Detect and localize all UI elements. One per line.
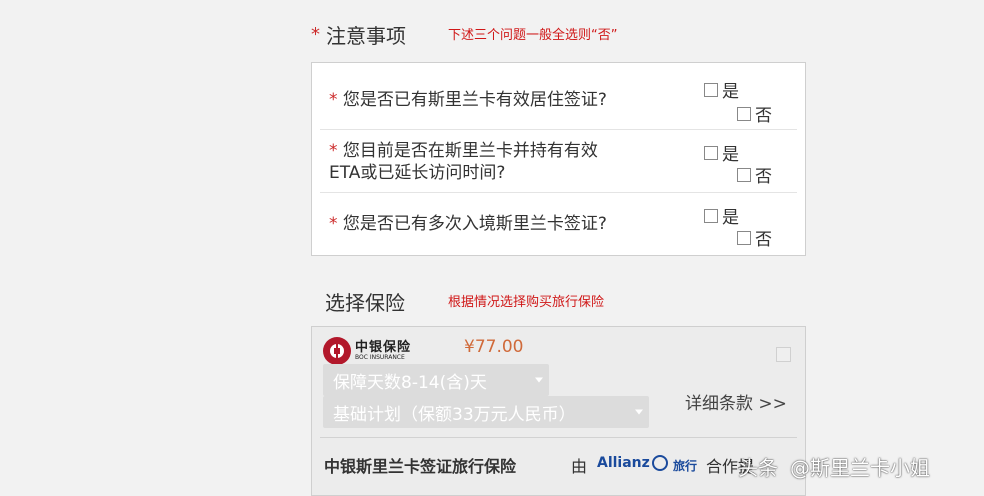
chevron-down-icon — [635, 409, 643, 415]
question-text: * 您是否已有斯里兰卡有效居住签证? — [329, 90, 607, 110]
notice-title: 注意事项 — [326, 24, 406, 48]
price: ¥77.00 — [464, 337, 524, 357]
question-3-yes-option[interactable]: 是 — [704, 203, 739, 228]
by-text: 由 — [571, 457, 588, 476]
boc-logo-text: 中银保险 — [355, 340, 412, 355]
watermark-handle: @斯里兰卡小姐 — [790, 456, 930, 480]
chevron-down-icon — [535, 377, 543, 383]
boc-logo-icon — [323, 337, 351, 365]
checkbox[interactable] — [704, 82, 718, 97]
required-asterisk: * — [311, 24, 320, 45]
allianz-emblem-icon — [652, 455, 668, 471]
checkbox[interactable] — [704, 208, 718, 223]
boc-logo-subtext: BOC INSURANCE — [355, 354, 405, 361]
checkbox[interactable] — [737, 106, 751, 121]
insurance-title: 选择保险 — [325, 291, 405, 315]
question-2-yes-option[interactable]: 是 — [704, 140, 739, 165]
details-link[interactable]: 详细条款 >> — [685, 389, 787, 414]
notice-hint: 下述三个问题一般全选则“否” — [448, 28, 618, 43]
question-text: * 您目前是否在斯里兰卡并持有有效 ETA或已延长访问时间? — [329, 141, 598, 183]
question-2-no-option[interactable]: 否 — [737, 162, 772, 187]
divider — [320, 437, 797, 438]
insurance-hint: 根据情况选择购买旅行保险 — [448, 295, 605, 310]
days-select[interactable]: 保障天数8-14(含)天 — [323, 364, 549, 396]
checkbox[interactable] — [737, 167, 751, 182]
product-name: 中银斯里兰卡签证旅行保险 — [324, 457, 517, 476]
question-1-yes-option[interactable]: 是 — [704, 77, 739, 102]
question-1-no-option[interactable]: 否 — [737, 101, 772, 126]
question-row: * 您是否已有斯里兰卡有效居住签证? 是 否 — [320, 67, 797, 130]
watermark-prefix: 头条 — [738, 456, 778, 480]
checkbox[interactable] — [737, 230, 751, 245]
question-text: * 您是否已有多次入境斯里兰卡签证? — [329, 214, 607, 234]
plan-select[interactable]: 基础计划（保额33万元人民币） — [323, 396, 649, 428]
insurance-select-checkbox[interactable] — [776, 347, 791, 362]
question-row: * 您是否已有多次入境斯里兰卡签证? 是 否 — [320, 193, 797, 253]
question-row: * 您目前是否在斯里兰卡并持有有效 ETA或已延长访问时间? 是 否 — [320, 130, 797, 193]
insurance-panel: 中银保险 BOC INSURANCE ¥77.00 保障天数8-14(含)天 基… — [311, 326, 806, 496]
allianz-logo: Allianz — [597, 455, 650, 471]
checkbox[interactable] — [704, 145, 718, 160]
questions-panel: * 您是否已有斯里兰卡有效居住签证? 是 否 * 您目前是否在斯里兰卡并持有有效… — [311, 62, 806, 256]
question-3-no-option[interactable]: 否 — [737, 225, 772, 250]
allianz-suffix: 旅行 — [673, 459, 698, 473]
